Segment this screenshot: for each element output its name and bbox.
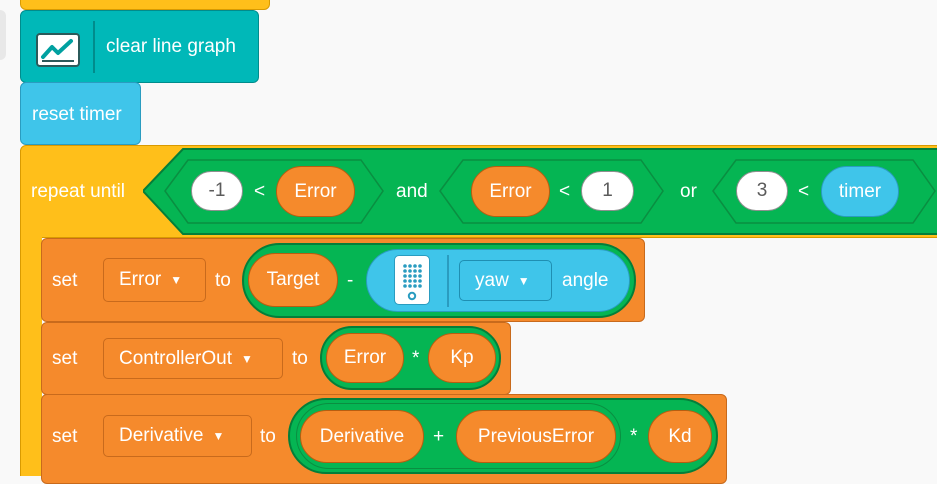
angle-label: angle — [562, 270, 609, 291]
condition2-error-variable[interactable]: Error — [471, 166, 550, 217]
and-label: and — [396, 181, 428, 202]
clear-line-graph-label: clear line graph — [106, 36, 236, 57]
previouserror-variable[interactable]: PreviousError — [456, 410, 616, 463]
set-error-to-label: to — [215, 270, 231, 291]
condition1-operator: < — [254, 181, 266, 202]
axis-dropdown[interactable]: yaw ▼ — [459, 260, 552, 301]
axis-dropdown-value: yaw — [475, 269, 509, 291]
chevron-down-icon: ▼ — [517, 273, 530, 288]
hub-divider — [447, 255, 449, 307]
reset-timer-block[interactable]: reset timer — [20, 82, 141, 145]
chevron-down-icon: ▼ — [170, 273, 183, 287]
condition3-operator: < — [798, 181, 810, 202]
set-error-set-label: set — [52, 270, 78, 291]
reset-timer-label: reset timer — [32, 104, 122, 125]
timer-reporter[interactable]: timer — [821, 166, 899, 217]
multiply-symbol: * — [630, 426, 638, 447]
derivative-variable-dropdown[interactable]: Derivative ▼ — [103, 415, 252, 457]
error-variable-dropdown[interactable]: Error ▼ — [103, 258, 206, 302]
multiply-symbol: * — [412, 348, 420, 369]
canvas-edge-left — [0, 10, 6, 60]
block-divider — [93, 21, 95, 73]
target-variable[interactable]: Target — [248, 253, 338, 307]
line-graph-icon — [36, 33, 80, 67]
repeat-until-arm — [20, 236, 42, 476]
kp-variable[interactable]: Kp — [428, 333, 496, 383]
error-variable[interactable]: Error — [326, 333, 404, 383]
condition2-operator: < — [559, 181, 571, 202]
set-controllerout-to-label: to — [292, 348, 308, 369]
condition3-left-value[interactable]: 3 — [736, 171, 788, 211]
set-controllerout-set-label: set — [52, 348, 78, 369]
chevron-down-icon: ▼ — [241, 351, 253, 366]
controllerout-variable-dropdown[interactable]: ControllerOut ▼ — [103, 338, 283, 379]
error-variable-dropdown-value: Error — [119, 269, 162, 290]
derivative-variable[interactable]: Derivative — [300, 410, 424, 463]
derivative-variable-dropdown-value: Derivative — [119, 425, 204, 446]
clear-line-graph-block[interactable]: clear line graph — [20, 10, 259, 83]
controllerout-variable-dropdown-value: ControllerOut — [119, 347, 232, 369]
kd-variable[interactable]: Kd — [648, 410, 712, 463]
add-symbol: + — [433, 426, 445, 447]
subtract-symbol: - — [347, 270, 354, 291]
condition1-left-value[interactable]: -1 — [191, 171, 243, 211]
set-derivative-set-label: set — [52, 426, 78, 447]
repeat-until-label: repeat until — [31, 181, 126, 202]
set-derivative-to-label: to — [260, 426, 276, 447]
or-label: or — [680, 181, 697, 202]
condition2-right-value[interactable]: 1 — [581, 171, 634, 211]
hub-icon — [394, 255, 430, 305]
event-block-bottom[interactable] — [20, 0, 270, 10]
chevron-down-icon: ▼ — [212, 429, 225, 443]
condition1-error-variable[interactable]: Error — [276, 166, 355, 217]
